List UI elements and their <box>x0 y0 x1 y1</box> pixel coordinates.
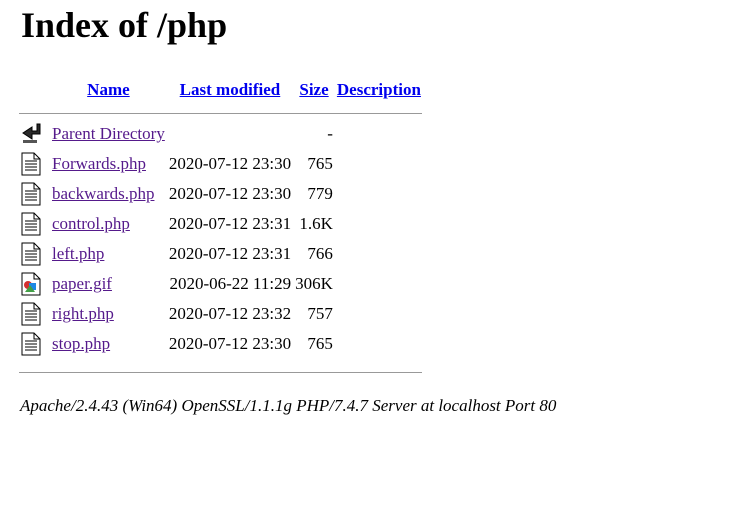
table-row: right.php 2020-07-12 23:32 757 <box>19 300 422 328</box>
modified-cell: 2020-07-12 23:30 <box>168 184 292 203</box>
text-file-icon <box>19 180 49 208</box>
back-icon <box>19 120 49 148</box>
header-row: Name Last modified Size Description <box>19 78 422 102</box>
page-title: Index of /php <box>21 5 228 45</box>
file-link[interactable]: left.php <box>52 244 104 263</box>
description-cell <box>336 210 422 238</box>
text-file-icon <box>19 150 49 178</box>
description-cell <box>336 120 422 148</box>
text-file-icon <box>19 210 49 238</box>
description-cell <box>336 330 422 358</box>
table-row: paper.gif 2020-06-22 11:29 306K <box>19 270 422 298</box>
description-cell <box>336 240 422 268</box>
modified-cell: 2020-07-12 23:30 <box>168 154 292 173</box>
file-name-cell: backwards.php <box>51 180 166 208</box>
sort-by-size-link[interactable]: Size <box>299 80 328 99</box>
icon-column-header <box>19 78 49 102</box>
text-file-icon <box>19 300 49 328</box>
table-row: left.php 2020-07-12 23:31 766 <box>19 240 422 268</box>
sort-by-modified-link[interactable]: Last modified <box>180 80 281 99</box>
modified-cell: 2020-07-12 23:30 <box>168 334 292 353</box>
size-cell: 1.6K <box>299 214 333 233</box>
file-link[interactable]: paper.gif <box>52 274 112 293</box>
server-signature: Apache/2.4.43 (Win64) OpenSSL/1.1.1g PHP… <box>20 396 557 415</box>
size-cell: 766 <box>307 244 333 263</box>
header-divider-row <box>19 104 422 118</box>
file-link[interactable]: right.php <box>52 304 114 323</box>
top-divider <box>19 112 422 114</box>
size-cell: 306K <box>295 274 333 293</box>
modified-cell <box>168 120 292 148</box>
text-file-icon <box>19 240 49 268</box>
file-name-cell: Forwards.php <box>51 150 166 178</box>
file-link[interactable]: Forwards.php <box>52 154 146 173</box>
description-cell <box>336 300 422 328</box>
sort-by-description-link[interactable]: Description <box>337 80 421 99</box>
table-row: Forwards.php 2020-07-12 23:30 765 <box>19 150 422 178</box>
size-cell: 757 <box>307 304 333 323</box>
size-cell: 779 <box>307 184 333 203</box>
file-name-cell: paper.gif <box>51 270 166 298</box>
file-name-cell: right.php <box>51 300 166 328</box>
modified-cell: 2020-07-12 23:31 <box>168 244 292 263</box>
modified-cell: 2020-07-12 23:32 <box>168 304 292 323</box>
table-row: backwards.php 2020-07-12 23:30 779 <box>19 180 422 208</box>
modified-column-header: Last modified <box>168 78 292 102</box>
size-cell: - <box>327 124 333 143</box>
file-name-cell: Parent Directory <box>51 120 166 148</box>
sort-by-name-link[interactable]: Name <box>87 80 129 99</box>
table-row: stop.php 2020-07-12 23:30 765 <box>19 330 422 358</box>
parent-directory-link[interactable]: Parent Directory <box>52 124 165 143</box>
image-file-icon <box>19 270 49 298</box>
description-cell <box>336 150 422 178</box>
description-column-header: Description <box>336 78 422 102</box>
file-name-cell: control.php <box>51 210 166 238</box>
description-cell <box>336 270 422 298</box>
modified-cell: 2020-06-22 11:29 <box>169 274 292 293</box>
file-link[interactable]: backwards.php <box>52 184 154 203</box>
table-row: Parent Directory - <box>19 120 422 148</box>
directory-listing: Name Last modified Size Description Pare… <box>17 76 424 379</box>
table-row: control.php 2020-07-12 23:31 1.6K <box>19 210 422 238</box>
size-cell: 765 <box>307 334 333 353</box>
modified-cell: 2020-07-12 23:31 <box>168 214 292 233</box>
size-cell: 765 <box>307 154 333 173</box>
size-column-header: Size <box>294 78 334 102</box>
bottom-divider <box>19 372 422 373</box>
description-cell <box>336 180 422 208</box>
file-name-cell: stop.php <box>51 330 166 358</box>
text-file-icon <box>19 330 49 358</box>
footer-divider-row <box>19 360 422 377</box>
file-name-cell: left.php <box>51 240 166 268</box>
name-column-header: Name <box>51 78 166 102</box>
file-link[interactable]: control.php <box>52 214 130 233</box>
file-link[interactable]: stop.php <box>52 334 110 353</box>
